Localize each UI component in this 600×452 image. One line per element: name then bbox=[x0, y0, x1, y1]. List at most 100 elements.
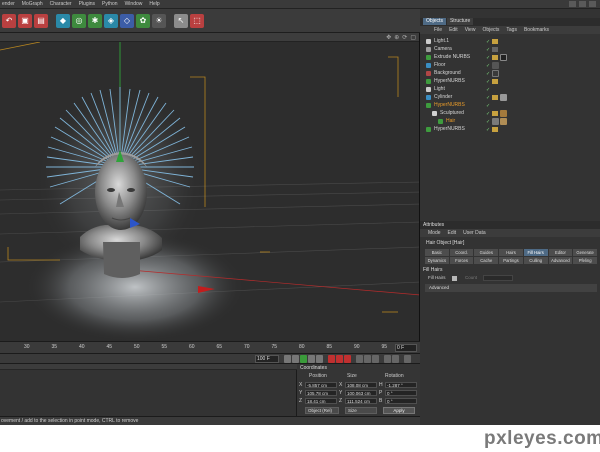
position-x-field[interactable]: -5.857 cm bbox=[305, 382, 337, 388]
undo-icon[interactable]: ↶ bbox=[2, 13, 16, 28]
om-menu-edit[interactable]: Edit bbox=[449, 27, 458, 33]
list-item[interactable]: Camera ✓ bbox=[420, 46, 600, 53]
enabled-check-icon[interactable]: ✓ bbox=[486, 71, 490, 77]
list-item[interactable]: Background ✓ bbox=[420, 70, 600, 77]
tab-editor[interactable]: Editor bbox=[548, 249, 573, 256]
tag-icon[interactable] bbox=[492, 39, 498, 44]
list-item[interactable]: Hair ✓ bbox=[420, 118, 600, 125]
scene-icon[interactable]: ◇ bbox=[120, 13, 134, 28]
tag-icon[interactable] bbox=[492, 95, 498, 100]
cube-icon[interactable]: ◆ bbox=[56, 13, 70, 28]
om-menu-bookmarks[interactable]: Bookmarks bbox=[524, 27, 549, 33]
om-menu-objects[interactable]: Objects bbox=[482, 27, 499, 33]
tag-icon[interactable] bbox=[492, 47, 498, 52]
max-frame-field[interactable]: 100 F bbox=[255, 355, 279, 363]
enabled-check-icon[interactable]: ✓ bbox=[486, 87, 490, 93]
tab-partings[interactable]: Partings bbox=[499, 257, 523, 264]
enabled-check-icon[interactable]: ✓ bbox=[486, 103, 490, 109]
list-item[interactable]: HyperNURBS ✓ bbox=[420, 78, 600, 85]
render-settings-icon[interactable]: ▤ bbox=[34, 13, 48, 28]
tab-basic[interactable]: Basic bbox=[425, 249, 449, 256]
select-icon[interactable]: ⬚ bbox=[190, 13, 204, 28]
menu-render[interactable]: ender bbox=[2, 1, 15, 7]
maximize-icon[interactable]: ▢ bbox=[410, 34, 416, 41]
nurbs-icon[interactable]: ◎ bbox=[72, 13, 86, 28]
position-z-field[interactable]: 18.41 cm bbox=[305, 398, 337, 404]
position-y-field[interactable]: 105.78 cm bbox=[305, 390, 337, 396]
size-mode-select[interactable]: Size bbox=[345, 407, 377, 414]
menu-plugins[interactable]: Plugins bbox=[79, 1, 95, 7]
record-icon[interactable] bbox=[328, 355, 335, 363]
material-tag-icon[interactable] bbox=[500, 54, 507, 61]
enabled-check-icon[interactable]: ✓ bbox=[486, 111, 490, 117]
array-icon[interactable]: ✱ bbox=[88, 13, 102, 28]
deformer-icon[interactable]: ◈ bbox=[104, 13, 118, 28]
play-icon[interactable] bbox=[300, 355, 307, 363]
move-view-icon[interactable]: ✥ bbox=[386, 34, 391, 41]
advanced-section-toggle[interactable]: Advanced bbox=[425, 284, 597, 292]
3d-viewport[interactable]: ✥ ⊕ ⟳ ▢ bbox=[0, 33, 420, 341]
size-z-field[interactable]: 111.524 cm bbox=[345, 398, 377, 404]
enabled-check-icon[interactable]: ✓ bbox=[486, 127, 490, 133]
material-tag-icon[interactable] bbox=[500, 118, 507, 125]
size-y-field[interactable]: 100.063 cm bbox=[345, 390, 377, 396]
menu-help[interactable]: Help bbox=[149, 1, 159, 7]
enabled-check-icon[interactable]: ✓ bbox=[486, 95, 490, 101]
material-tag-icon[interactable] bbox=[492, 62, 499, 69]
list-item[interactable]: Sculptured ✓ bbox=[420, 110, 600, 117]
step-back-icon[interactable] bbox=[292, 355, 299, 363]
attr-menu-user-data[interactable]: User Data bbox=[463, 230, 486, 236]
tag-icon[interactable]: ↖ bbox=[174, 13, 188, 28]
scale-key-icon[interactable] bbox=[364, 355, 371, 363]
tab-structure[interactable]: Structure bbox=[446, 18, 474, 25]
render-icon[interactable]: ▣ bbox=[18, 13, 32, 28]
menu-mograph[interactable]: MoGraph bbox=[22, 1, 43, 7]
hair-material-tag-icon[interactable] bbox=[492, 118, 499, 125]
keyframe-selection-icon[interactable] bbox=[344, 355, 351, 363]
position-key-icon[interactable] bbox=[356, 355, 363, 363]
tab-hairs[interactable]: Hairs bbox=[499, 249, 523, 256]
go-to-start-icon[interactable] bbox=[284, 355, 291, 363]
param-key-icon[interactable] bbox=[384, 355, 391, 363]
close-icon[interactable] bbox=[589, 1, 596, 7]
om-menu-file[interactable]: File bbox=[434, 27, 442, 33]
tab-forces[interactable]: Forces bbox=[449, 257, 474, 264]
fill-hairs-checkbox[interactable] bbox=[452, 276, 457, 281]
camera-icon[interactable]: ✿ bbox=[136, 13, 150, 28]
rotation-p-field[interactable]: 0 ° bbox=[385, 390, 417, 396]
menu-character[interactable]: Character bbox=[50, 1, 72, 7]
step-forward-icon[interactable] bbox=[308, 355, 315, 363]
tab-objects[interactable]: Objects bbox=[423, 18, 446, 25]
tab-coord[interactable]: Coord. bbox=[449, 249, 474, 256]
timeline-menu-icon[interactable] bbox=[404, 355, 411, 363]
list-item[interactable]: Light ✓ bbox=[420, 86, 600, 93]
tag-icon[interactable] bbox=[492, 111, 498, 116]
rotation-h-field[interactable]: -1.287 ° bbox=[385, 382, 417, 388]
coordinate-mode-select[interactable]: Object (Rel) bbox=[305, 407, 339, 414]
tag-icon[interactable] bbox=[492, 127, 498, 132]
light-icon[interactable]: ☀ bbox=[152, 13, 166, 28]
size-x-field[interactable]: 108.08 cm bbox=[345, 382, 377, 388]
materials-panel[interactable] bbox=[0, 364, 297, 416]
tab-cache[interactable]: Cache bbox=[474, 257, 499, 264]
enabled-check-icon[interactable]: ✓ bbox=[486, 39, 490, 45]
list-item[interactable]: HyperNURBS ✓ bbox=[420, 102, 600, 109]
go-to-end-icon[interactable] bbox=[316, 355, 323, 363]
om-menu-tags[interactable]: Tags bbox=[506, 27, 517, 33]
tab-culling[interactable]: Culling bbox=[523, 257, 548, 264]
minimize-icon[interactable] bbox=[569, 1, 576, 7]
material-tag-icon[interactable] bbox=[500, 94, 507, 101]
attr-menu-edit[interactable]: Edit bbox=[448, 230, 457, 236]
list-item[interactable]: Floor ✓ bbox=[420, 62, 600, 69]
tag-icon[interactable] bbox=[492, 55, 498, 60]
tab-guides[interactable]: Guides bbox=[474, 249, 499, 256]
tab-pfeling[interactable]: Pfeling bbox=[573, 257, 597, 264]
list-item[interactable]: HyperNURBS ✓ bbox=[420, 126, 600, 133]
material-tag-icon[interactable] bbox=[500, 110, 507, 117]
list-item[interactable]: Light.1 ✓ bbox=[420, 38, 600, 45]
enabled-check-icon[interactable]: ✓ bbox=[486, 63, 490, 69]
count-input[interactable] bbox=[483, 275, 513, 281]
tab-generate[interactable]: Generate bbox=[573, 249, 597, 256]
timeline-ruler[interactable]: 30 35 40 45 50 55 60 65 70 75 80 85 90 95 0 F bbox=[0, 341, 420, 354]
tab-advanced[interactable]: Advanced bbox=[548, 257, 573, 264]
